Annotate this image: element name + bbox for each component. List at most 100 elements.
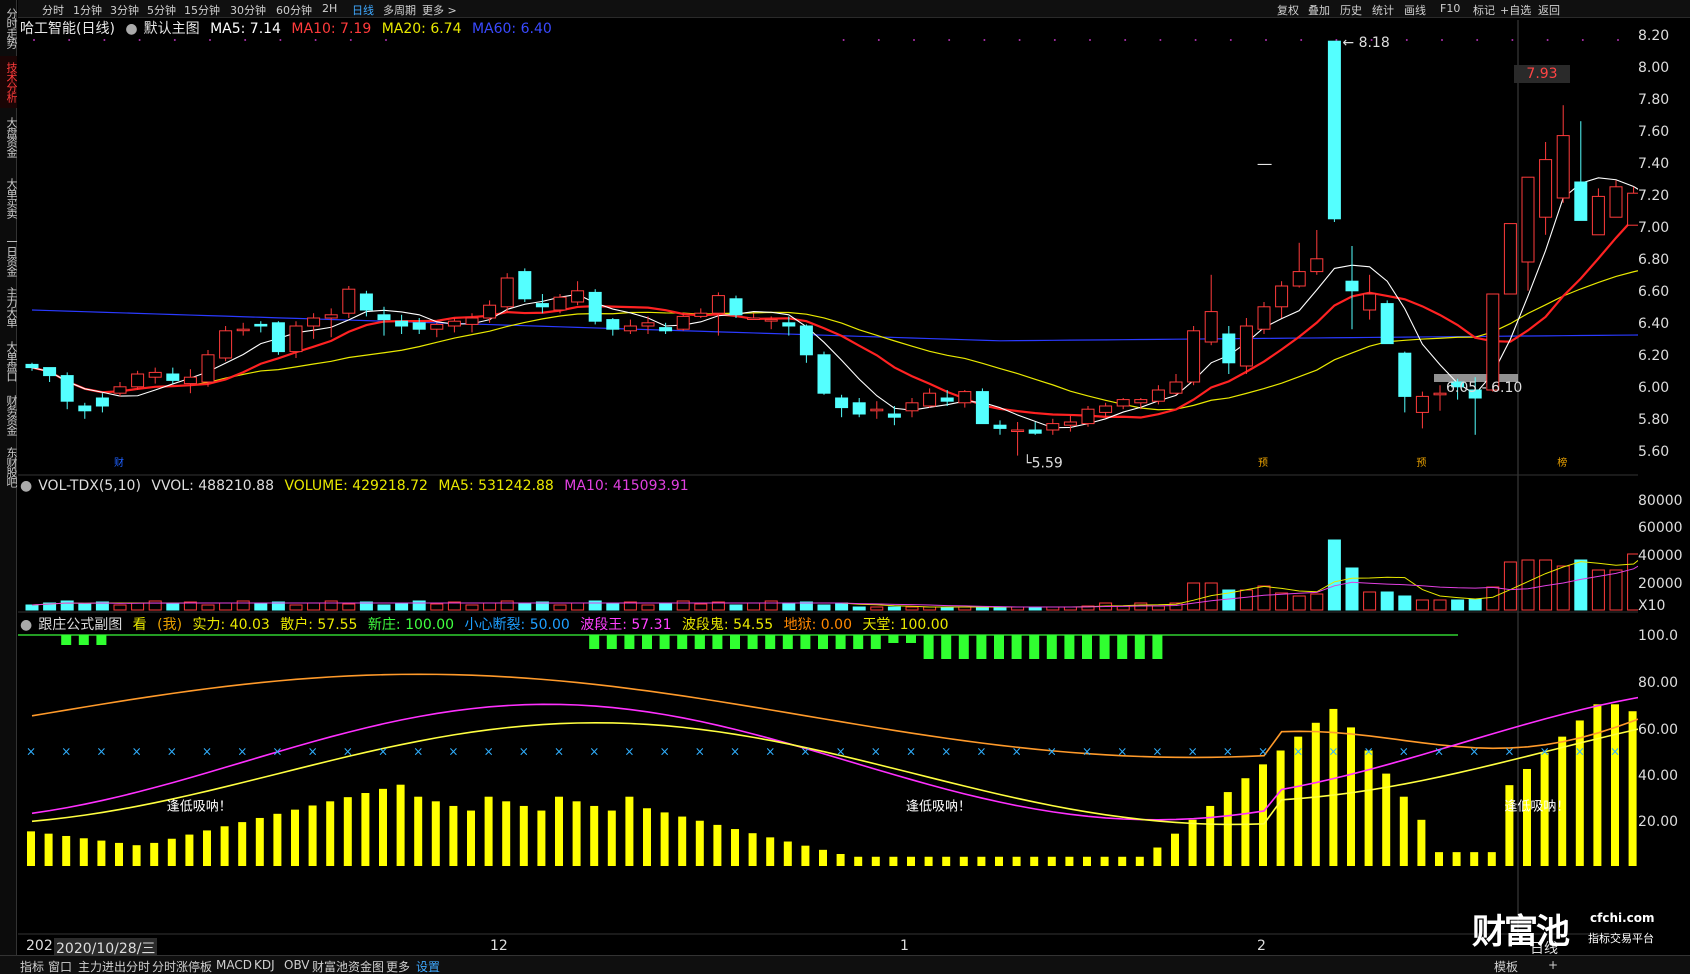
timeframe-7[interactable]: 2H	[322, 2, 337, 15]
candle-body	[395, 320, 409, 327]
cross-marker: ×	[871, 745, 881, 759]
left-tab-3[interactable]: 大单买卖	[0, 168, 18, 228]
volume-bar	[870, 606, 884, 611]
left-tab-2[interactable]: 大盘资金	[0, 110, 18, 164]
strength-bar	[748, 833, 757, 866]
top-action-3[interactable]: 统计	[1372, 2, 1394, 18]
candle-body	[1292, 271, 1306, 287]
volume-bar	[254, 603, 268, 611]
candle-body	[1415, 395, 1429, 413]
strength-bar	[431, 801, 440, 866]
cross-marker: ×	[976, 745, 986, 759]
strength-bar	[414, 796, 423, 866]
volume-bar	[641, 604, 655, 611]
candle-body	[60, 375, 74, 402]
green-signal-bar	[730, 635, 740, 649]
strength-bar	[1188, 819, 1197, 866]
top-action-8[interactable]: 返回	[1538, 2, 1560, 18]
bottom-item-3[interactable]: 分时涨停板	[152, 958, 212, 974]
chart-canvas[interactable]: ← 8.18 └5.59 6.05 - 6.10 财 预 预 榜 × × × × × × × × × × × × × ×…	[18, 20, 1638, 936]
bottom-item-8[interactable]: 更多	[386, 958, 410, 974]
candle-body	[852, 402, 866, 415]
strength-bar	[1276, 750, 1285, 866]
cross-marker: ×	[1610, 745, 1620, 759]
strength-bar	[97, 840, 106, 866]
date-axis: 202 2020/10/28/三 12 1 2 日线	[18, 938, 1638, 958]
bottom-item-4[interactable]: MACD	[216, 958, 252, 972]
cross-marker: ×	[132, 745, 142, 759]
left-tab-1[interactable]: 技术分析	[0, 56, 18, 108]
strength-bar	[854, 856, 863, 866]
volume-bar	[500, 600, 514, 611]
left-tab-6[interactable]: 大单盘口	[0, 334, 18, 388]
top-action-0[interactable]: 复权	[1277, 2, 1299, 18]
timeframe-4[interactable]: 15分钟	[184, 2, 220, 18]
strength-bar	[1100, 856, 1109, 866]
strength-bar	[449, 805, 458, 866]
bottom-item-1[interactable]: 窗口	[48, 958, 72, 974]
marker-dot	[1018, 39, 1021, 41]
top-action-2[interactable]: 历史	[1340, 2, 1362, 18]
volume-bar	[1398, 595, 1412, 611]
bottom-toolbar: 指标 窗口 主力进出分时 分时涨停板 MACD KDJ OBV 财富池资金图 更多 设置 模板 +	[0, 955, 1690, 974]
bottom-item-0[interactable]: 指标	[20, 958, 44, 974]
timeframe-1[interactable]: 1分钟	[73, 2, 102, 18]
timeframe-2[interactable]: 3分钟	[110, 2, 139, 18]
timeframe-5[interactable]: 30分钟	[230, 2, 266, 18]
top-action-4[interactable]: 画线	[1404, 2, 1426, 18]
left-tab-0[interactable]: 分时走势	[0, 2, 18, 54]
cross-marker: ×	[484, 745, 494, 759]
price-tick: 5.60	[1638, 444, 1670, 460]
marker-dot	[33, 39, 35, 41]
volume-bar	[201, 604, 215, 611]
green-signal-bar	[906, 635, 916, 643]
signal-label: 逢低吸呐！	[906, 800, 971, 815]
timeframe-8[interactable]: 日线	[352, 2, 374, 18]
marker-dot	[1441, 39, 1443, 41]
price-tick: 6.80	[1638, 252, 1670, 268]
cross-marker: ×	[624, 745, 634, 759]
template-button[interactable]: 模板	[1494, 958, 1518, 974]
volume-bar	[395, 602, 409, 611]
indicator-tick: 80.00	[1638, 675, 1679, 691]
timeframe-9[interactable]: 多周期	[383, 2, 416, 18]
top-action-6[interactable]: 标记	[1473, 2, 1495, 18]
top-action-7[interactable]: +自选	[1500, 2, 1531, 18]
candle-body	[1239, 325, 1253, 367]
add-button[interactable]: +	[1548, 958, 1558, 972]
event-marker: 预	[1258, 457, 1268, 469]
bottom-item-7[interactable]: 财富池资金图	[312, 958, 384, 974]
left-tab-7[interactable]: 财务资金	[0, 390, 18, 440]
left-tab-5[interactable]: 主力大单	[0, 282, 18, 332]
volume-bar	[1486, 586, 1500, 611]
volume-bar	[782, 603, 796, 611]
strength-bar	[1206, 805, 1215, 866]
candle-body	[1556, 135, 1570, 199]
left-tab-8[interactable]: 东财股吧	[0, 442, 18, 492]
green-signal-bar	[888, 635, 899, 643]
green-signal-bar	[976, 635, 987, 659]
left-tab-4[interactable]: 一日资金	[0, 232, 18, 280]
strength-bar	[1593, 704, 1602, 866]
top-action-5[interactable]: F10	[1440, 2, 1460, 15]
timeframe-0[interactable]: 分时	[42, 2, 64, 18]
top-action-1[interactable]: 叠加	[1308, 2, 1330, 18]
bottom-item-2[interactable]: 主力进出分时	[78, 958, 150, 974]
volume-bar	[236, 600, 250, 611]
timeframe-10[interactable]: 更多 >	[422, 2, 457, 18]
green-signal-bar	[1152, 635, 1163, 659]
strength-bar	[27, 831, 35, 866]
timeframe-3[interactable]: 5分钟	[147, 2, 176, 18]
green-signal-bar	[835, 635, 846, 649]
candle-body	[183, 376, 197, 385]
bottom-item-9[interactable]: 设置	[416, 958, 440, 974]
cross-marker: ×	[800, 745, 810, 759]
annotation-low: └5.59	[1023, 455, 1063, 472]
strength-bar	[150, 842, 159, 866]
bottom-item-5[interactable]: KDJ	[254, 958, 275, 972]
marker-dot	[1124, 39, 1127, 41]
candle-body	[289, 325, 303, 353]
timeframe-6[interactable]: 60分钟	[276, 2, 312, 18]
candle-body	[870, 408, 884, 412]
bottom-item-6[interactable]: OBV	[284, 958, 310, 972]
